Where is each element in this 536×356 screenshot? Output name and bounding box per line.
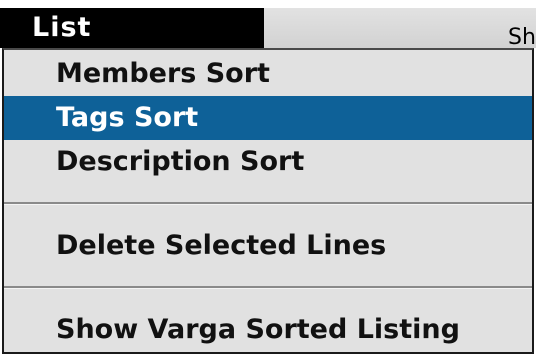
menu-item-tags-sort[interactable]: Tags Sort <box>4 96 532 140</box>
menu-title-list[interactable]: List <box>0 8 264 48</box>
menu-separator <box>4 286 532 289</box>
menu-item-description-sort[interactable]: Description Sort <box>4 140 532 184</box>
menu-separator <box>4 202 532 205</box>
menu-item-members-sort[interactable]: Members Sort <box>4 52 532 96</box>
list-menu-dropdown: Members Sort Tags Sort Description Sort … <box>2 48 534 354</box>
menu-item-delete-selected-lines[interactable]: Delete Selected Lines <box>4 224 532 268</box>
menu-bar-clipped-item[interactable]: Sh <box>508 14 536 48</box>
screen: List Sh Members Sort Tags Sort Descripti… <box>0 0 536 356</box>
menu-item-show-varga-sorted-listing[interactable]: Show Varga Sorted Listing <box>4 308 532 352</box>
